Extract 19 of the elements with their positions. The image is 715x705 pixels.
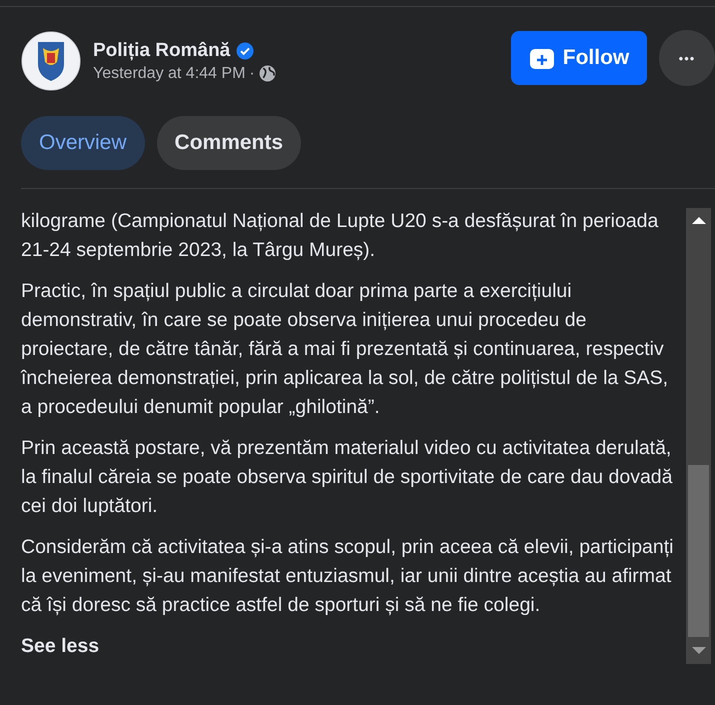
post-paragraph: Prin această postare, vă prezentăm materialul video cu activitatea derulată, la finalul căreia se poate observa spiritul de sportivitate de care dau dovadă cei doi luptători. — [21, 436, 674, 519]
scrollbar[interactable] — [686, 208, 711, 664]
page-name[interactable]: Poliția Română — [93, 40, 230, 62]
plus-box-icon — [528, 46, 555, 70]
scroll-up-icon[interactable] — [692, 217, 706, 224]
tab[interactable]: Overview — [21, 116, 145, 170]
scroll-down-icon[interactable] — [692, 647, 706, 654]
more-options-button[interactable]: ••• — [659, 30, 715, 86]
post-paragraph: kilograme (Campionatul Național de Lupte U20 s-a desfășurat în perioada 21-24 septembrie 2023, la Târgu Mureș). — [21, 209, 660, 263]
post-paragraph: Practic, în spațiul public a circulat doar prima parte a exercițiului demonstrativ, în care se poate observa inițierea unui procedeu de proiectare, de către tânăr, fără a mai fi prezentată și continuarea, respectiv încheierea demonstrației, prin aplicarea la sol, de către polițistul de la SAS, a procedeului denumit popular „ghilotină”. — [21, 279, 670, 420]
separator: · — [249, 64, 255, 82]
follow-button[interactable]: Follow — [511, 31, 647, 85]
globe-icon — [258, 65, 276, 82]
scroll-thumb[interactable] — [688, 465, 709, 637]
post-paragraph: Considerăm că activitatea și-a atins scopul, prin aceea că elevii, participanți la eveniment, și-au manifestat entuziasmul, iar unii dintre aceștia au afirmat că își doresc să practice astfel de sporturi și să ne fie colegi. — [21, 535, 674, 618]
tab[interactable]: Comments — [156, 116, 302, 170]
crest-icon — [21, 31, 81, 91]
see-less-link[interactable]: See less — [21, 632, 100, 661]
post-time[interactable]: Yesterday at 4:44 PM — [93, 64, 246, 82]
